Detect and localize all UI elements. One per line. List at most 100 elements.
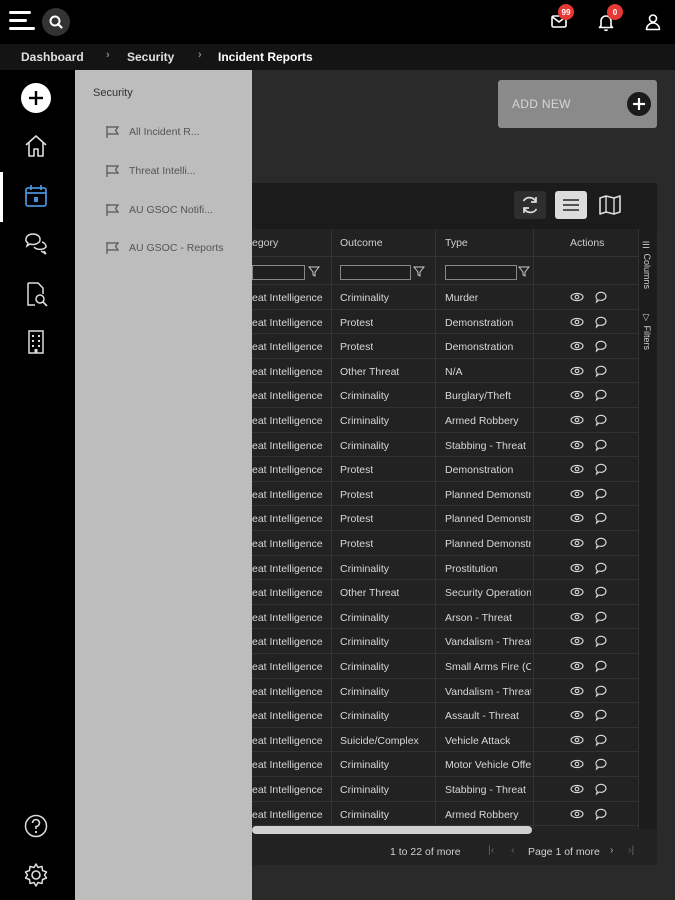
table-row[interactable]: eat Intelligence Criminality Armed Robbery [252, 802, 638, 827]
view-icon[interactable] [570, 659, 584, 673]
table-row[interactable]: eat Intelligence Other Threat Security Ope… [252, 580, 638, 605]
comment-icon[interactable] [594, 487, 608, 501]
map-view-button[interactable] [594, 191, 626, 219]
column-header-outcome[interactable]: Outcome [340, 237, 383, 249]
sidebar-item-search-documents[interactable] [22, 280, 50, 308]
table-row[interactable]: eat Intelligence Protest Planned Demonstr [252, 482, 638, 507]
view-icon[interactable] [570, 487, 584, 501]
table-row[interactable]: eat Intelligence Criminality Vandalism - T… [252, 629, 638, 654]
view-icon[interactable] [570, 708, 584, 722]
filter-icon[interactable] [308, 265, 320, 277]
table-row[interactable]: eat Intelligence Suicide/Complex Vehicle A… [252, 728, 638, 753]
comment-icon[interactable] [594, 413, 608, 427]
table-row[interactable]: eat Intelligence Protest Demonstration [252, 457, 638, 482]
comment-icon[interactable] [594, 684, 608, 698]
outcome-filter-input[interactable] [340, 265, 411, 280]
view-icon[interactable] [570, 413, 584, 427]
table-row[interactable]: eat Intelligence Criminality Motor Vehicle… [252, 752, 638, 777]
flyout-item-au-gsoc-reports[interactable]: AU GSOC - Reports [105, 241, 224, 255]
help-button[interactable] [22, 812, 50, 840]
next-page-icon[interactable]: › [610, 844, 614, 856]
view-icon[interactable] [570, 364, 584, 378]
table-row[interactable]: eat Intelligence Protest Demonstration [252, 334, 638, 359]
flyout-item-au-gsoc-notifications[interactable]: AU GSOC Notifi... [105, 203, 213, 217]
view-icon[interactable] [570, 807, 584, 821]
comment-icon[interactable] [594, 561, 608, 575]
sidebar-item-home[interactable] [22, 132, 50, 160]
first-page-icon[interactable]: |‹ [488, 844, 494, 856]
table-row[interactable]: eat Intelligence Protest Planned Demonstr [252, 531, 638, 556]
table-row[interactable]: eat Intelligence Criminality Stabbing - Th… [252, 433, 638, 458]
menu-icon[interactable] [9, 9, 37, 33]
view-icon[interactable] [570, 388, 584, 402]
comment-icon[interactable] [594, 290, 608, 304]
table-row[interactable]: eat Intelligence Criminality Burglary/Thef… [252, 383, 638, 408]
mail-button[interactable]: 99 [548, 4, 574, 34]
comment-icon[interactable] [594, 807, 608, 821]
comment-icon[interactable] [594, 757, 608, 771]
comment-icon[interactable] [594, 782, 608, 796]
comment-icon[interactable] [594, 511, 608, 525]
view-icon[interactable] [570, 438, 584, 452]
table-row[interactable]: eat Intelligence Protest Demonstration [252, 310, 638, 335]
view-icon[interactable] [570, 684, 584, 698]
column-header-type[interactable]: Type [445, 237, 468, 249]
filter-icon[interactable] [518, 265, 530, 277]
type-filter-input[interactable] [445, 265, 517, 280]
view-icon[interactable] [570, 757, 584, 771]
columns-tab[interactable]: ☰ Columns [642, 241, 652, 289]
notifications-button[interactable]: 0 [595, 4, 623, 34]
table-row[interactable]: eat Intelligence Criminality Murder [252, 285, 638, 310]
user-profile-button[interactable] [642, 10, 666, 34]
last-page-icon[interactable]: ›| [628, 844, 634, 856]
settings-button[interactable] [22, 861, 50, 889]
view-icon[interactable] [570, 462, 584, 476]
table-row[interactable]: eat Intelligence Criminality Armed Robbery [252, 408, 638, 433]
add-new-button[interactable]: ADD NEW [498, 80, 657, 128]
breadcrumb-dashboard[interactable]: Dashboard [21, 50, 84, 64]
comment-icon[interactable] [594, 610, 608, 624]
view-icon[interactable] [570, 339, 584, 353]
view-icon[interactable] [570, 585, 584, 599]
prev-page-icon[interactable]: ‹ [511, 844, 515, 856]
flyout-item-all-incident-reports[interactable]: All Incident R... [105, 125, 200, 139]
table-row[interactable]: eat Intelligence Other Threat N/A [252, 359, 638, 384]
comment-icon[interactable] [594, 364, 608, 378]
comment-icon[interactable] [594, 315, 608, 329]
flyout-item-threat-intelligence[interactable]: Threat Intelli... [105, 164, 196, 178]
refresh-button[interactable] [514, 191, 546, 219]
table-row[interactable]: eat Intelligence Criminality Assault - Thr… [252, 703, 638, 728]
sidebar-item-security[interactable] [22, 182, 50, 210]
comment-icon[interactable] [594, 536, 608, 550]
table-row[interactable]: eat Intelligence Criminality Stabbing - Th… [252, 777, 638, 802]
comment-icon[interactable] [594, 733, 608, 747]
search-button[interactable] [42, 8, 70, 36]
view-icon[interactable] [570, 290, 584, 304]
filter-icon[interactable] [413, 265, 425, 277]
table-row[interactable]: eat Intelligence Criminality Arson - Threa… [252, 605, 638, 630]
comment-icon[interactable] [594, 388, 608, 402]
comment-icon[interactable] [594, 634, 608, 648]
view-icon[interactable] [570, 315, 584, 329]
sidebar-item-messages[interactable] [22, 232, 50, 260]
horizontal-scrollbar[interactable] [252, 826, 532, 834]
column-header-category[interactable]: egory [252, 237, 278, 249]
comment-icon[interactable] [594, 339, 608, 353]
table-row[interactable]: eat Intelligence Criminality Prostitution [252, 556, 638, 581]
sidebar-item-buildings[interactable] [22, 328, 50, 356]
view-icon[interactable] [570, 733, 584, 747]
view-icon[interactable] [570, 511, 584, 525]
comment-icon[interactable] [594, 438, 608, 452]
create-button[interactable] [20, 82, 52, 114]
comment-icon[interactable] [594, 659, 608, 673]
table-row[interactable]: eat Intelligence Criminality Small Arms Fi… [252, 654, 638, 679]
view-icon[interactable] [570, 536, 584, 550]
view-icon[interactable] [570, 610, 584, 624]
list-view-button[interactable] [555, 191, 587, 219]
comment-icon[interactable] [594, 585, 608, 599]
view-icon[interactable] [570, 782, 584, 796]
filters-tab[interactable]: ▽ Filters [642, 313, 652, 350]
comment-icon[interactable] [594, 708, 608, 722]
view-icon[interactable] [570, 561, 584, 575]
table-row[interactable]: eat Intelligence Criminality Vandalism - T… [252, 679, 638, 704]
